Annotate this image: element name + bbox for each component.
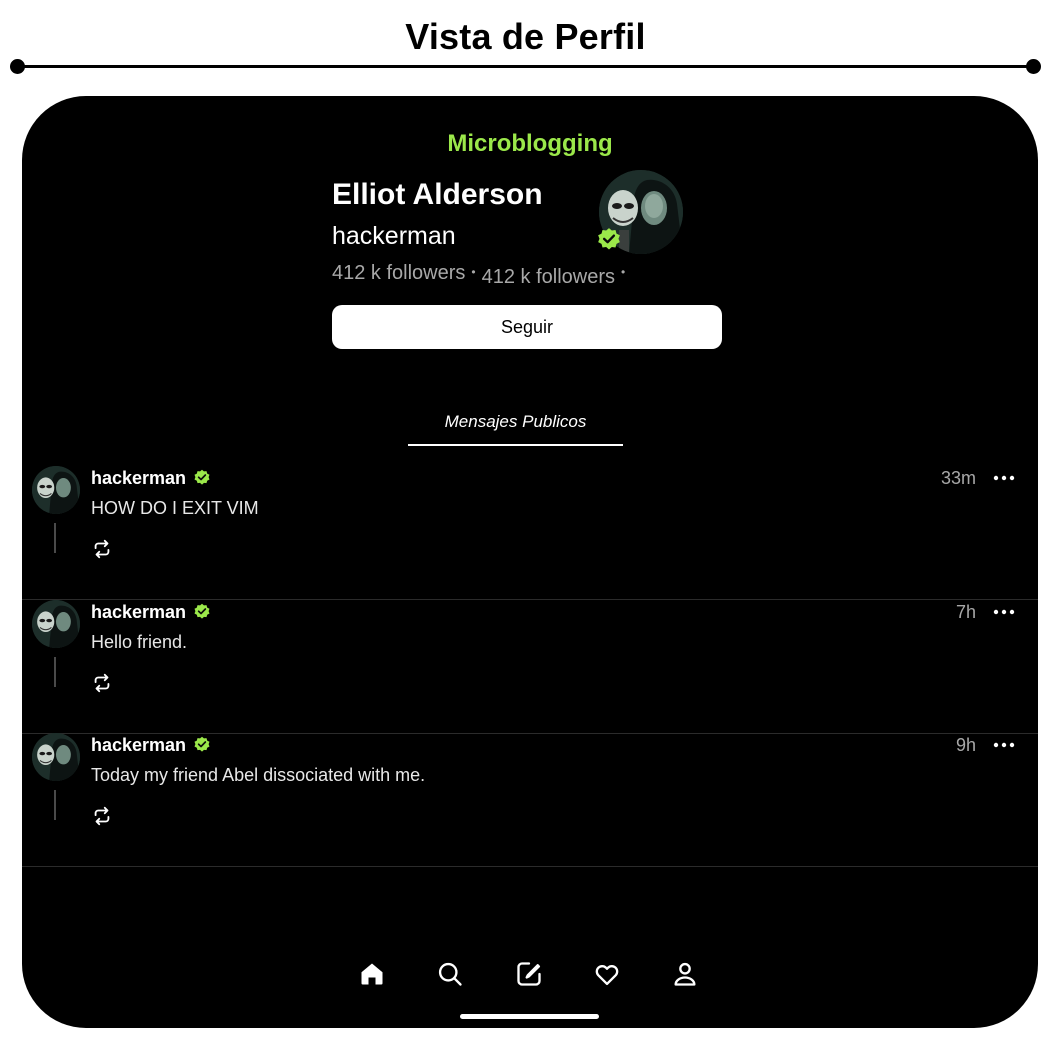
thread-line xyxy=(54,790,56,820)
profile-name: Elliot Alderson xyxy=(332,178,543,211)
thread-line xyxy=(54,657,56,687)
page-heading: Vista de Perfil xyxy=(405,16,646,57)
post-avatar[interactable] xyxy=(32,733,80,781)
post-username[interactable]: hackerman xyxy=(91,735,186,756)
home-indicator xyxy=(460,1014,599,1019)
home-icon[interactable] xyxy=(358,960,386,988)
post-username[interactable]: hackerman xyxy=(91,468,186,489)
dimension-marker-right xyxy=(1026,59,1041,74)
post-text: HOW DO I EXIT VIM xyxy=(91,498,259,518)
verified-badge-icon xyxy=(194,736,210,752)
user-icon[interactable] xyxy=(671,960,699,988)
compose-icon[interactable] xyxy=(515,960,543,988)
separator-dot: • xyxy=(621,265,626,279)
more-options-icon[interactable] xyxy=(992,470,1016,486)
follow-button[interactable]: Seguir xyxy=(332,305,722,349)
verified-badge-icon xyxy=(598,228,620,250)
post-time: 9h xyxy=(955,735,976,755)
post-time: 33m xyxy=(940,468,976,488)
post-item[interactable]: hackerman Hello friend. 7h xyxy=(22,600,1038,734)
post-item[interactable]: hackerman HOW DO I EXIT VIM 33m xyxy=(22,466,1038,600)
repost-icon[interactable] xyxy=(91,538,113,560)
post-avatar[interactable] xyxy=(32,600,80,648)
dimension-line xyxy=(18,65,1034,68)
separator-dot: • xyxy=(471,265,476,279)
post-text: Hello friend. xyxy=(91,632,188,652)
repost-icon[interactable] xyxy=(91,805,113,827)
followers-row: 412 k followers • 412 k followers • xyxy=(332,262,631,288)
tab-public-messages[interactable]: Mensajes Publicos xyxy=(408,412,623,446)
post-time: 7h xyxy=(955,602,976,622)
post-item[interactable]: hackerman Today my friend Abel dissociat… xyxy=(22,733,1038,867)
phone-screen: Microblogging Elliot Alderson hackerman … xyxy=(22,96,1038,1028)
bottom-nav xyxy=(22,960,1038,990)
app-brand: Microblogging xyxy=(447,130,613,157)
post-avatar[interactable] xyxy=(32,466,80,514)
verified-badge-icon xyxy=(194,603,210,619)
search-icon[interactable] xyxy=(436,960,464,988)
heart-icon[interactable] xyxy=(593,960,621,988)
repost-icon[interactable] xyxy=(91,672,113,694)
followers-count[interactable]: 412 k followers xyxy=(332,262,465,285)
followers-count[interactable]: 412 k followers xyxy=(482,266,615,289)
more-options-icon[interactable] xyxy=(992,604,1016,620)
post-username[interactable]: hackerman xyxy=(91,602,186,623)
verified-badge-icon xyxy=(194,469,210,485)
post-text: Today my friend Abel dissociated with me… xyxy=(91,765,426,785)
profile-handle: hackerman xyxy=(332,222,456,250)
thread-line xyxy=(54,523,56,553)
more-options-icon[interactable] xyxy=(992,737,1016,753)
